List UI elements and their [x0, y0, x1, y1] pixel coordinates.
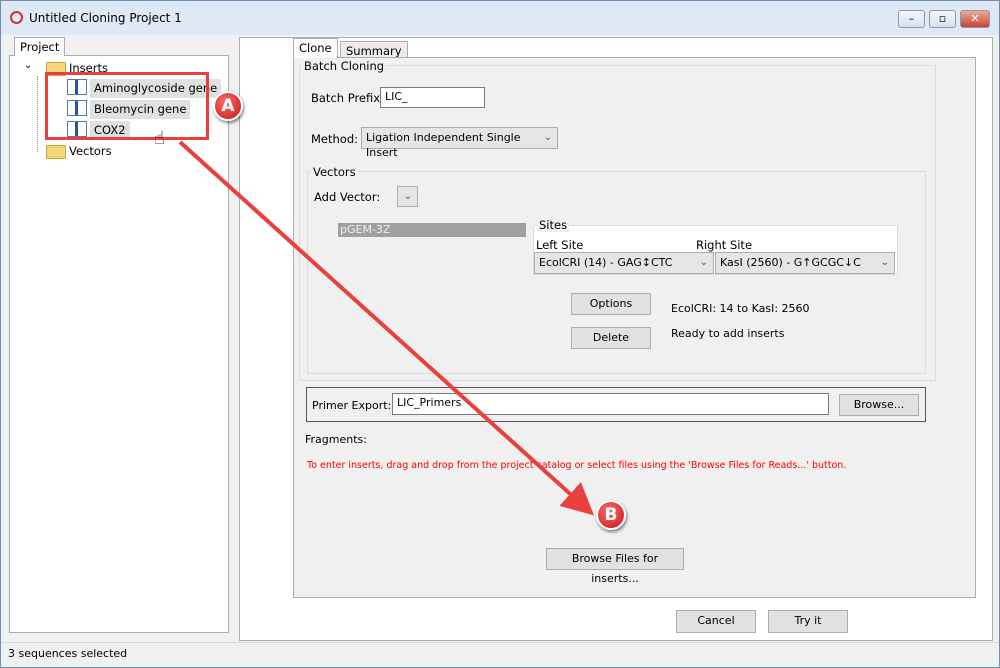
annotation-badge-b: B [596, 500, 626, 530]
hand-cursor-icon: ☝ [154, 128, 165, 149]
annotation-badge-a: A [213, 91, 243, 121]
tab-project[interactable]: Project [14, 37, 66, 56]
tab-clone[interactable]: Clone [293, 38, 338, 58]
tab-label: Project [20, 40, 60, 54]
drag-arrow [178, 140, 594, 516]
tab-label: Clone [299, 41, 332, 55]
